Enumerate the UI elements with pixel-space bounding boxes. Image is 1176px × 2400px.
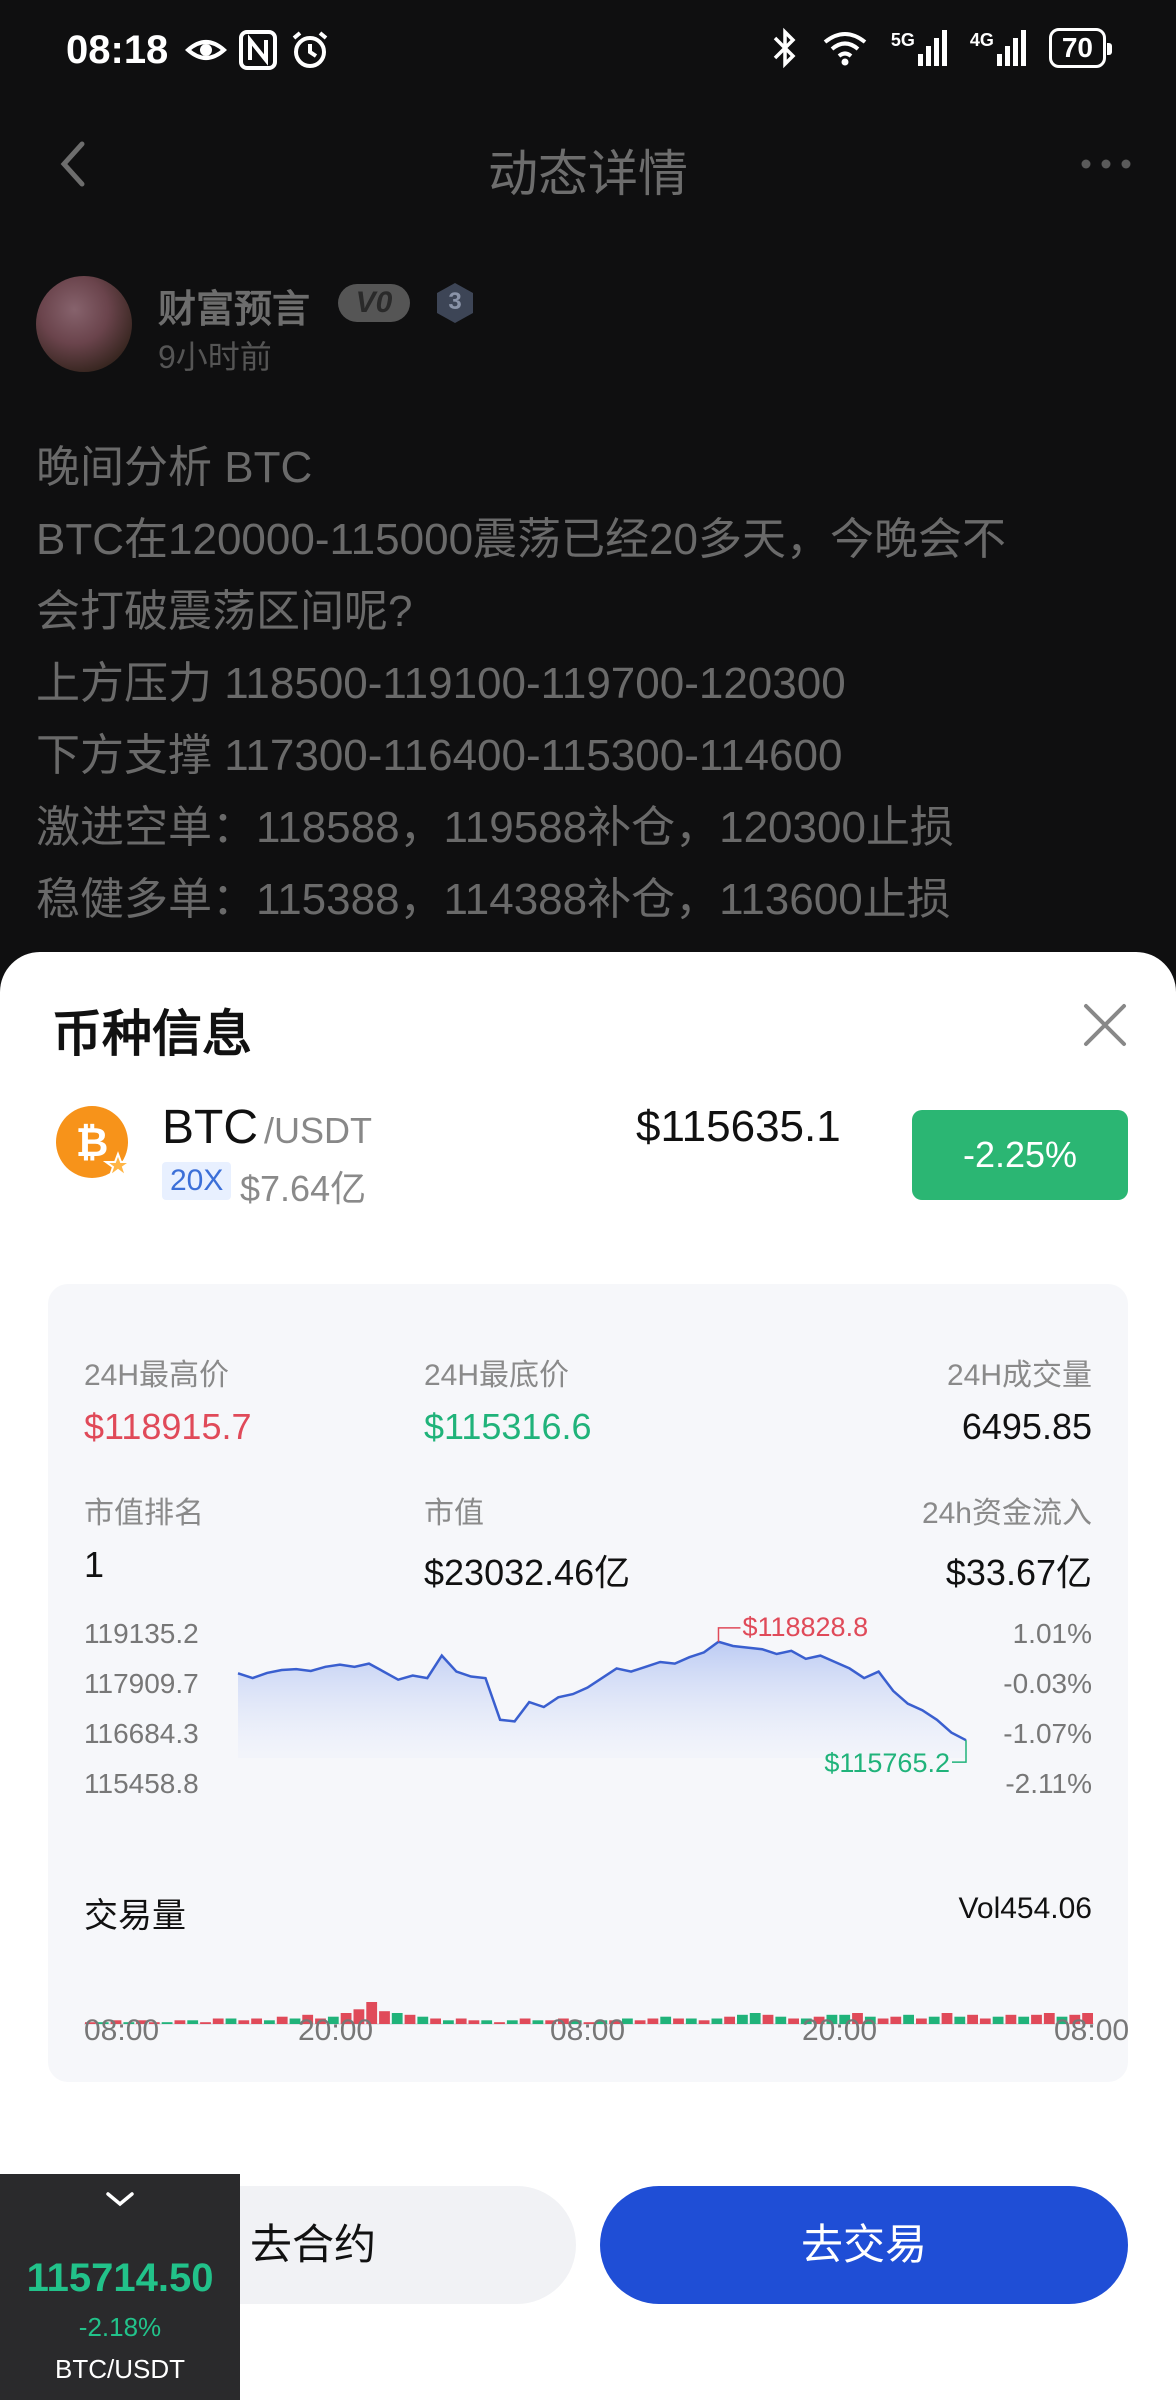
bluetooth-icon — [773, 27, 796, 69]
post-line: 会打破震荡区间呢? — [36, 587, 413, 636]
price-chart[interactable]: 119135.2 117909.7 116684.3 115458.8 1.01% -0… — [48, 1584, 1128, 1814]
rank-label: 市值排名 — [84, 1497, 204, 1530]
post-time: 9小时前 — [158, 339, 272, 375]
post-body: 晚间分析 BTC BTC在120000-115000震荡已经20多天，今晚会不 … — [36, 432, 1146, 936]
low-marker-label: $115765.2 — [824, 1748, 950, 1778]
close-icon[interactable] — [1078, 998, 1132, 1052]
signal-4g: 4G — [970, 30, 1027, 66]
y-tick-label: 119135.2 — [84, 1618, 199, 1649]
post-line: BTC在120000-115000震荡已经20多天，今晚会不 — [36, 515, 1006, 564]
app-root: 08:18 5G 4G 70 动态详情 财富预言 V0 3 9小时前 晚间分析 … — [0, 0, 1176, 2400]
chevron-down-icon[interactable] — [102, 2188, 138, 2212]
nfc-icon — [239, 30, 277, 70]
high-marker-line — [717, 1627, 741, 1642]
volume-value: 6495.85 — [961, 1406, 1092, 1447]
ticker-pair: BTC/USDT — [55, 2354, 185, 2384]
coin-price: $115635.1 — [636, 1102, 841, 1151]
high-value: $118915.7 — [84, 1406, 252, 1447]
coin-symbol: BTC/USDT — [162, 1100, 372, 1155]
post-line: 上方压力 118500-119100-119700-120300 — [36, 659, 846, 708]
author-name[interactable]: 财富预言 — [158, 278, 310, 333]
post-line: 下方支撑 117300-116400-115300-114600 — [36, 731, 843, 780]
nav-bar: 动态详情 — [0, 120, 1176, 210]
more-icon[interactable] — [1076, 144, 1136, 184]
alarm-icon — [292, 31, 328, 68]
y-tick-label: 116684.3 — [84, 1718, 199, 1749]
coin-market-cap: $7.64亿 — [240, 1168, 367, 1209]
signal-bars-icon — [996, 30, 1026, 66]
level-number: 3 — [448, 288, 462, 315]
post-line: 稳健多单：115388，114388补仓，113600止损 — [36, 875, 951, 924]
signal-bars-icon — [917, 30, 947, 66]
high-label: 24H最高价 — [84, 1359, 230, 1392]
status-left-icons — [184, 28, 332, 72]
post-author[interactable]: 财富预言 V0 3 9小时前 — [36, 276, 936, 376]
x-tick-label: 20:00 — [298, 2014, 374, 2047]
floating-ticker[interactable]: 115714.50 -2.18% BTC/USDT — [0, 2174, 240, 2400]
avatar[interactable] — [36, 276, 132, 372]
stats-card: 24H最高价 $118915.7 24H最底价 $115316.6 24H成交量… — [48, 1284, 1129, 2082]
coin-quote: /USDT — [264, 1110, 372, 1151]
signal-5g: 5G — [891, 30, 948, 66]
battery-indicator: 70 — [1048, 28, 1113, 68]
coin-symbol-text: BTC — [162, 1101, 258, 1154]
y-tick-label: 117909.7 — [84, 1668, 199, 1699]
go-trade-button[interactable]: 去交易 — [600, 2186, 1128, 2304]
bitcoin-icon: ₿ — [56, 1106, 134, 1179]
high-marker-label: $118828.8 — [742, 1612, 868, 1642]
page-title: 动态详情 — [488, 146, 688, 202]
low-value: $115316.6 — [424, 1406, 592, 1447]
signal-4g-label: 4G — [969, 30, 994, 50]
y-percent-label: -2.11% — [1005, 1768, 1092, 1799]
y-percent-label: 1.01% — [1013, 1618, 1092, 1649]
ticker-change: -2.18% — [78, 2312, 162, 2342]
vip-badge: V0 — [338, 284, 410, 322]
eye-icon — [184, 40, 228, 60]
post-line: 激进空单：118588，119588补仓，120300止损 — [36, 803, 954, 852]
y-percent-label: -0.03% — [1003, 1668, 1092, 1699]
x-tick-label: 08:00 — [550, 2014, 626, 2047]
inflow-label: 24h资金流入 — [921, 1497, 1092, 1530]
volume-title: 交易量 — [84, 1897, 186, 1935]
level-badge: 3 — [432, 280, 478, 326]
sheet-title: 币种信息 — [52, 1006, 252, 1062]
svg-text:₿: ₿ — [76, 1120, 109, 1166]
ticker-price: 115714.50 — [26, 2256, 214, 2300]
volume-label: 24H成交量 — [946, 1359, 1092, 1392]
price-area — [238, 1641, 966, 1758]
volume-total: Vol454.06 — [958, 1892, 1092, 1925]
y-percent-label: -1.07% — [1003, 1718, 1092, 1749]
change-badge[interactable]: -2.25% — [912, 1110, 1128, 1200]
status-right-icons: 5G 4G 70 — [771, 26, 1113, 70]
coin-row[interactable]: ₿ BTC/USDT 20X $7.64亿 $115635.1 -2.25% — [0, 1092, 1176, 1222]
leverage-badge: 20X — [162, 1162, 232, 1200]
post-line: 晚间分析 BTC — [36, 443, 313, 492]
status-time: 08:18 — [66, 28, 169, 72]
y-tick-label: 115458.8 — [84, 1768, 199, 1799]
rank-value: 1 — [84, 1544, 105, 1585]
low-label: 24H最底价 — [424, 1359, 570, 1392]
signal-5g-label: 5G — [890, 30, 915, 50]
x-tick-label: 08:00 — [84, 2014, 160, 2047]
wifi-icon — [823, 32, 867, 66]
status-bar: 08:18 5G 4G 70 — [0, 0, 1176, 100]
x-tick-label: 08:00 — [1054, 2014, 1130, 2047]
x-tick-label: 20:00 — [802, 2014, 878, 2047]
mcap-label: 市值 — [424, 1497, 484, 1530]
time-axis: 08:00 20:00 08:00 20:00 08:00 — [84, 2014, 1129, 2054]
